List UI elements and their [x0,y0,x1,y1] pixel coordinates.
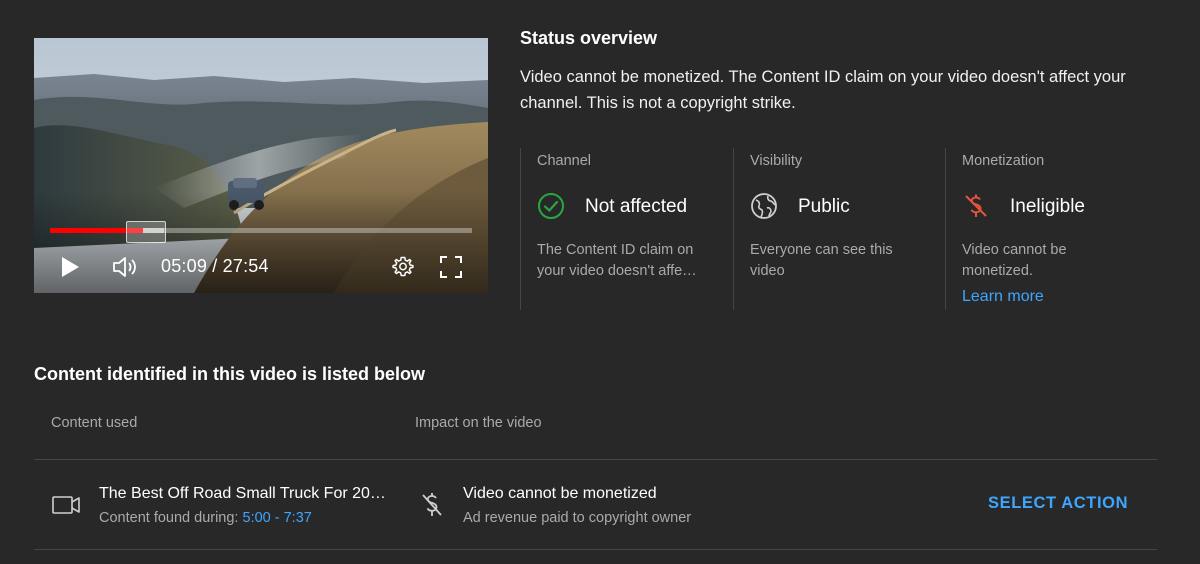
monetization-label: Monetization [962,153,1045,169]
visibility-label: Visibility [750,153,803,169]
content-section-title: Content identified in this video is list… [34,364,426,384]
visibility-status-card: Visibility Public Everyone can see this … [733,148,945,310]
globe-icon [751,193,777,219]
check-circle-icon [538,193,564,219]
progress-bar[interactable] [50,228,472,233]
content-title[interactable]: The Best Off Road Small Truck For 20… [99,485,399,503]
column-header-content-used: Content used [51,415,138,431]
content-found-label: Content found during: [99,510,239,526]
monetization-value: Ineligible [1010,196,1085,217]
video-thumbnail-scene [34,38,488,293]
scrubber-thumbnail[interactable] [126,221,166,243]
channel-label: Channel [537,153,592,169]
channel-description-line-2: your video doesn't affe… [537,263,697,279]
status-description: Video cannot be monetized. The Content I… [520,68,1126,112]
table-divider [34,459,1157,460]
visibility-value: Public [798,196,850,217]
time-display: 05:09 / 27:54 [161,256,269,276]
monetization-description: Video cannot be monetized. [962,242,1067,279]
dollar-off-icon [422,493,442,516]
impact-title: Video cannot be monetized [463,485,657,502]
select-action-button[interactable]: SELECT ACTION [978,492,1138,515]
impact-subtitle: Ad revenue paid to copyright owner [463,510,692,526]
play-button[interactable] [58,254,82,280]
monetization-status-card: Monetization Ineligible Video cannot be … [945,148,1175,310]
column-header-impact: Impact on the video [415,415,542,431]
visibility-description: Everyone can see this video [750,242,893,279]
volume-button[interactable] [112,254,140,280]
fullscreen-icon [440,256,462,278]
settings-gear-icon [392,256,414,277]
status-overview-title: Status overview [520,28,658,48]
channel-description: The Content ID claim on your video doesn… [537,240,727,282]
channel-value: Not affected [585,196,688,217]
settings-button[interactable] [390,254,416,280]
volume-icon [113,257,136,277]
table-divider [34,549,1157,550]
fullscreen-button[interactable] [438,254,464,280]
play-icon [62,257,79,277]
video-camera-icon [52,496,80,514]
channel-status-card: Channel Not affected The Content ID clai… [520,148,732,310]
video-player[interactable]: 05:09 / 27:54 [34,38,488,293]
content-found-during: Content found during: 5:00 - 7:37 [99,510,312,526]
content-found-range[interactable]: 5:00 - 7:37 [243,510,312,526]
channel-description-line-1: The Content ID claim on [537,242,694,258]
learn-more-link[interactable]: Learn more [962,288,1044,306]
dollar-off-icon [965,194,987,217]
